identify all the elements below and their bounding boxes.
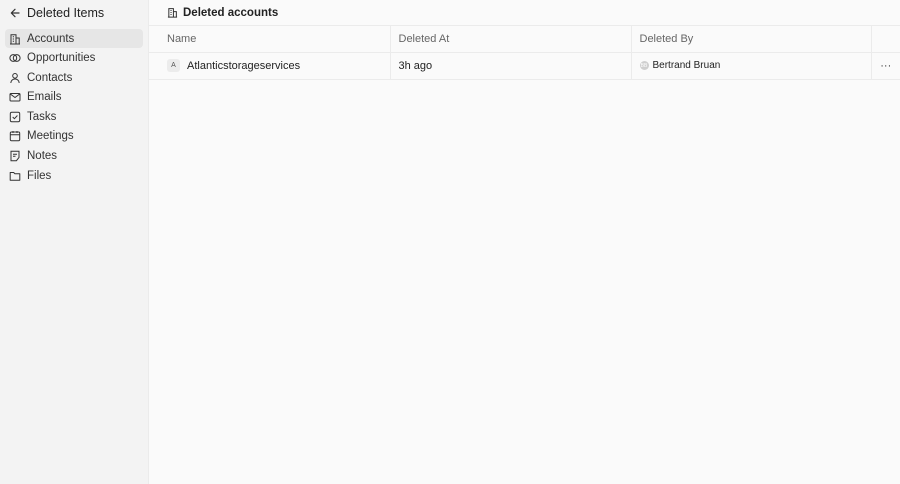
sidebar-item-label: Meetings: [27, 130, 74, 143]
avatar: BB: [639, 61, 649, 71]
sidebar-item-label: Tasks: [27, 110, 57, 123]
sidebar-item-tasks[interactable]: Tasks: [5, 107, 143, 126]
arrow-left-icon[interactable]: [9, 7, 21, 19]
column-header-name[interactable]: Name: [149, 26, 390, 53]
sidebar-header: Deleted Items: [0, 0, 148, 26]
column-header-deleted-at[interactable]: Deleted At: [389, 26, 631, 53]
sidebar-item-notes[interactable]: Notes: [5, 147, 143, 166]
deleted-by-cell: BB Bertrand Bruan: [630, 52, 871, 80]
sidebar-item-label: Accounts: [27, 32, 75, 45]
sidebar-nav: Accounts Opportunities Contacts Emails T…: [0, 26, 148, 185]
more-options-button[interactable]: ···: [870, 52, 900, 80]
sidebar-item-opportunities[interactable]: Opportunities: [5, 49, 143, 68]
checkbox-icon: [9, 111, 21, 123]
deleted-accounts-table: Name Deleted At Deleted By A Atlanticsto…: [149, 26, 900, 80]
table-header-row: Name Deleted At Deleted By: [149, 26, 900, 53]
name-cell[interactable]: A Atlanticstorageservices: [149, 52, 390, 80]
sidebar-item-label: Contacts: [27, 71, 73, 84]
sidebar-title: Deleted Items: [27, 6, 105, 20]
column-header-deleted-by[interactable]: Deleted By: [630, 26, 871, 53]
sidebar: Deleted Items Accounts Opportunities Con…: [0, 0, 149, 484]
page-title: Deleted accounts: [183, 6, 279, 19]
sidebar-item-contacts[interactable]: Contacts: [5, 68, 143, 87]
sidebar-item-label: Opportunities: [27, 52, 96, 65]
table-row[interactable]: A Atlanticstorageservices 3h ago BB Bert…: [149, 52, 900, 80]
sidebar-item-files[interactable]: Files: [5, 166, 143, 185]
account-avatar: A: [167, 59, 180, 73]
folder-icon: [9, 170, 21, 182]
main-panel: Deleted accounts Name Deleted At Deleted…: [149, 0, 900, 484]
sidebar-item-label: Files: [27, 169, 52, 182]
building-icon: [167, 7, 178, 18]
user-icon: [9, 72, 21, 84]
deleted-by-name: Bertrand Bruan: [652, 60, 721, 72]
page-header: Deleted accounts: [149, 0, 900, 26]
mail-icon: [9, 91, 21, 103]
note-icon: [9, 150, 21, 162]
calendar-icon: [9, 130, 21, 142]
deleted-at-cell: 3h ago: [389, 52, 631, 80]
sidebar-item-accounts[interactable]: Accounts: [5, 29, 143, 48]
account-name[interactable]: Atlanticstorageservices: [187, 60, 300, 72]
building-icon: [9, 33, 21, 45]
sidebar-item-meetings[interactable]: Meetings: [5, 127, 143, 146]
target-icon: [9, 52, 21, 64]
column-header-actions: [870, 26, 900, 53]
sidebar-item-label: Notes: [27, 150, 58, 163]
sidebar-item-label: Emails: [27, 91, 62, 104]
sidebar-item-emails[interactable]: Emails: [5, 88, 143, 107]
